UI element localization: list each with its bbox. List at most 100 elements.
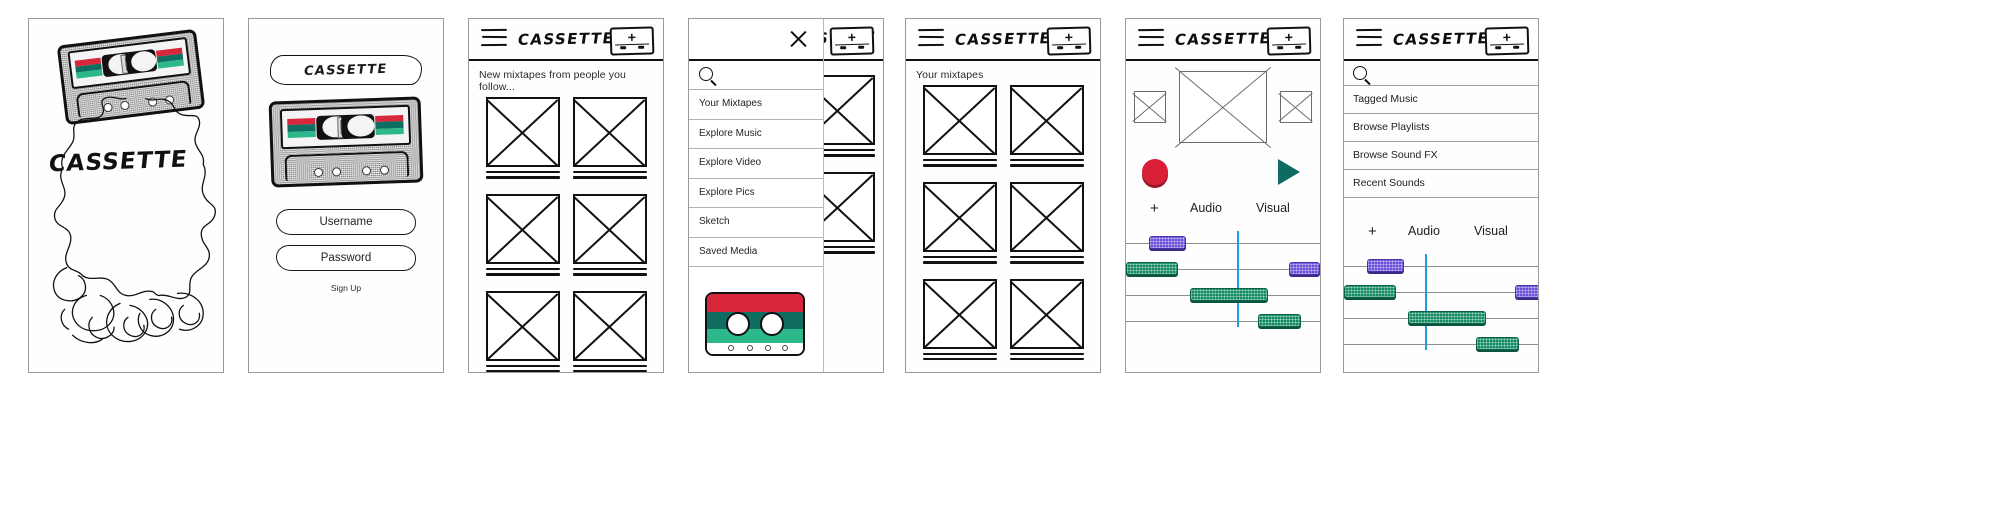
feed-card[interactable] (572, 290, 647, 372)
mixtape-card[interactable] (922, 181, 997, 267)
search-icon (1353, 66, 1367, 80)
login-logo-banner: CASSETTE (270, 55, 422, 85)
timeline-clip[interactable] (1149, 236, 1187, 249)
timeline-clip[interactable] (1288, 262, 1320, 275)
menu-item-saved-media[interactable]: Saved Media (689, 238, 823, 267)
menu-item-explore-music[interactable]: Explore Music (689, 120, 823, 149)
preview-thumb-right[interactable] (1280, 91, 1312, 123)
preview-main[interactable] (1179, 71, 1267, 143)
card-text-lines (922, 159, 997, 167)
your-mixtapes-screen: CASSETTE + Your mixtapes (905, 18, 1101, 373)
card-text-lines (922, 352, 997, 361)
mixtape-card[interactable] (922, 278, 997, 364)
feed-caption: New mixtapes from people you follow... (479, 69, 626, 93)
card-text-lines (572, 267, 647, 276)
search-bar[interactable] (1344, 61, 1538, 86)
timeline-clip[interactable] (1367, 259, 1405, 272)
menu-item-explore-pics[interactable]: Explore Pics (689, 179, 823, 208)
hamburger-icon[interactable] (1137, 28, 1165, 48)
splash-screen: CASSETTE (28, 18, 224, 373)
sign-up-link[interactable]: Sign Up (249, 283, 443, 293)
cassette-tape-icon (705, 292, 805, 356)
mixtape-card[interactable] (922, 85, 997, 170)
add-track-button[interactable]: + (1368, 223, 1377, 240)
hamburger-icon[interactable] (480, 28, 508, 48)
hand-drawn-scribble (52, 96, 216, 344)
search-icon (699, 67, 713, 81)
transport-controls (1126, 151, 1320, 197)
timeline (1126, 223, 1320, 333)
feed-card[interactable] (485, 193, 560, 279)
feed-card[interactable] (572, 193, 647, 279)
track-tabs: + Audio Visual (1344, 220, 1538, 246)
app-bar: CASSETTE + (1126, 19, 1320, 61)
mixtape-card[interactable] (1009, 181, 1084, 267)
placeholder-image-icon (485, 97, 560, 167)
placeholder-image-icon (572, 97, 647, 167)
list-item-recent-sounds[interactable]: Recent Sounds (1344, 170, 1538, 198)
feed-card[interactable] (572, 97, 647, 182)
close-icon[interactable] (788, 28, 809, 49)
placeholder-image-icon (485, 193, 560, 264)
menu-item-sketch[interactable]: Sketch (689, 208, 823, 238)
tab-visual[interactable]: Visual (1256, 201, 1290, 215)
record-button[interactable] (1142, 159, 1168, 185)
new-cassette-plus-icon[interactable]: + (609, 26, 655, 56)
card-text-lines (485, 171, 560, 179)
tab-audio[interactable]: Audio (1190, 201, 1222, 215)
navigation-drawer: Your Mixtapes Explore Music Explore Vide… (689, 19, 824, 372)
login-logo-text: CASSETTE (303, 61, 389, 79)
menu-item-explore-video[interactable]: Explore Video (689, 149, 823, 179)
hamburger-icon[interactable] (917, 28, 945, 48)
mixtape-editor-screen: CASSETTE + + Audio Visual (1125, 18, 1321, 373)
card-text-lines (572, 364, 647, 372)
add-track-button[interactable]: + (1150, 200, 1159, 217)
placeholder-image-icon (572, 290, 647, 361)
new-cassette-plus-icon[interactable]: + (1046, 26, 1092, 56)
playhead[interactable] (1236, 231, 1239, 327)
card-text-lines (572, 171, 647, 179)
playhead[interactable] (1425, 254, 1428, 350)
app-bar: CASSETTE + (469, 19, 663, 61)
card-text-lines (1009, 255, 1084, 264)
timeline-clip[interactable] (1126, 262, 1179, 275)
list-item-browse-playlists[interactable]: Browse Playlists (1344, 114, 1538, 142)
splash-content: CASSETTE (29, 19, 223, 372)
mixtapes-grid (906, 85, 1100, 372)
new-cassette-plus-icon[interactable]: + (829, 26, 875, 56)
feed-grid (469, 97, 663, 372)
timeline-clip[interactable] (1257, 314, 1301, 327)
mixtape-card[interactable] (1009, 85, 1084, 170)
list-item-browse-sound-fx[interactable]: Browse Sound FX (1344, 142, 1538, 170)
timeline-clip[interactable] (1190, 288, 1268, 301)
drawer-search-row[interactable] (689, 61, 823, 90)
timeline (1344, 246, 1538, 356)
tab-visual[interactable]: Visual (1474, 224, 1508, 238)
mixtapes-caption: Your mixtapes (916, 69, 984, 81)
feed-card[interactable] (485, 97, 560, 182)
placeholder-image-icon (1009, 181, 1084, 252)
password-field[interactable]: Password (276, 245, 416, 271)
list-item-tagged-music[interactable]: Tagged Music (1344, 86, 1538, 114)
new-cassette-plus-icon[interactable]: + (1484, 26, 1530, 56)
timeline-clip[interactable] (1344, 285, 1397, 298)
feed-card[interactable] (485, 290, 560, 372)
card-text-lines (922, 255, 997, 264)
preview-strip (1126, 65, 1320, 151)
timeline-clip[interactable] (1514, 285, 1538, 298)
timeline-clip[interactable] (1408, 311, 1486, 324)
placeholder-image-icon (572, 193, 647, 264)
play-button[interactable] (1278, 159, 1300, 185)
login-screen: CASSETTE Username Password Sign Up (248, 18, 444, 373)
mixtape-card[interactable] (1009, 278, 1084, 364)
hamburger-icon[interactable] (1355, 28, 1383, 48)
timeline-clip[interactable] (1475, 337, 1519, 350)
drawer-header (689, 19, 823, 61)
new-cassette-plus-icon[interactable]: + (1266, 26, 1312, 56)
navigation-drawer-screen: CASSETTE + Your Mixtapes Explore Music E… (688, 18, 884, 373)
username-field[interactable]: Username (276, 209, 416, 235)
menu-item-your-mixtapes[interactable]: Your Mixtapes (689, 90, 823, 120)
tab-audio[interactable]: Audio (1408, 224, 1440, 238)
preview-thumb-left[interactable] (1134, 91, 1166, 123)
track-tabs: + Audio Visual (1126, 197, 1320, 223)
